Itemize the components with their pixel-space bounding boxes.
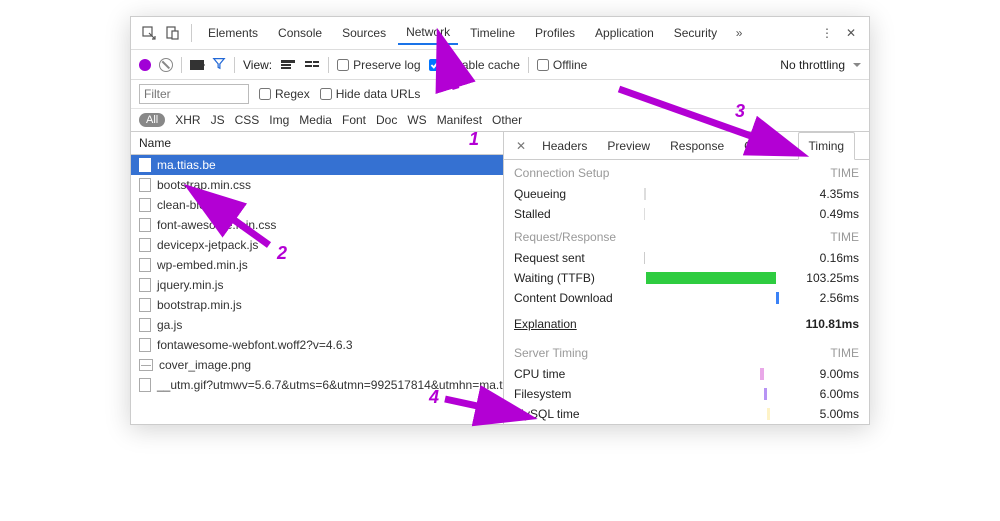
annotation-4: 4 — [429, 387, 439, 408]
annotation-2: 2 — [277, 243, 287, 264]
annotation-3: 3 — [735, 101, 745, 122]
annotation-1: 1 — [469, 129, 479, 150]
devtools-panel: ElementsConsoleSourcesNetworkTimelinePro… — [130, 16, 870, 425]
annotation-overlay — [131, 17, 871, 507]
